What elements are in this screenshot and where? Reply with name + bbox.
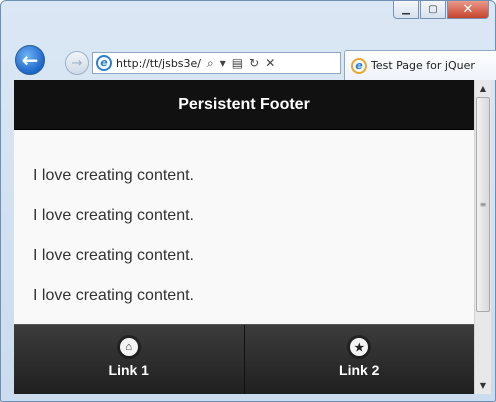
address-icons: ⌕ ▾ ▤ ↻ ✕: [207, 56, 275, 71]
address-url[interactable]: http://tt/jsbs3e/: [116, 57, 201, 70]
star-icon: ★: [350, 338, 369, 356]
content-paragraph: I love creating content.: [33, 247, 194, 264]
navigation-bar: ← → e http://tt/jsbs3e/ ⌕ ▾ ▤ ↻ ✕ e Test…: [1, 41, 496, 81]
window-controls: ▁ ▢ ✕: [393, 1, 489, 19]
ie-page-icon: e: [96, 55, 112, 71]
footer-link-2[interactable]: ★ Link 2: [243, 325, 474, 394]
content-paragraph: I love creating content.: [33, 167, 194, 184]
compat-icon[interactable]: ▤: [232, 56, 243, 71]
browser-tab[interactable]: e Test Page for jQuer: [344, 50, 496, 80]
footer-link-1[interactable]: ⌂ Link 1: [14, 325, 244, 394]
page-header: Persistent Footer: [14, 80, 474, 130]
forward-button[interactable]: →: [65, 51, 89, 75]
page-content: I love creating content. I love creating…: [14, 130, 474, 324]
home-icon: ⌂: [119, 338, 138, 356]
footer-link-label: Link 1: [108, 362, 149, 378]
refresh-icon[interactable]: ↻: [249, 56, 259, 71]
ie-tab-icon: e: [351, 57, 367, 74]
footer-link-label: Link 2: [339, 362, 380, 378]
close-button[interactable]: ✕: [447, 1, 489, 19]
stop-icon[interactable]: ✕: [265, 56, 275, 71]
maximize-button[interactable]: ▢: [420, 1, 446, 19]
minimize-button[interactable]: ▁: [393, 1, 419, 19]
scroll-down-arrow-icon[interactable]: ▼: [475, 377, 491, 394]
back-button[interactable]: ←: [15, 45, 45, 75]
content-paragraph: I love creating content.: [33, 207, 194, 224]
scrollbar-thumb[interactable]: ≡: [476, 97, 490, 312]
dropdown-icon[interactable]: ▾: [220, 56, 226, 71]
tab-title: Test Page for jQuer: [371, 59, 475, 72]
search-icon[interactable]: ⌕: [207, 56, 214, 71]
content-paragraph: I love creating content.: [33, 287, 194, 304]
page-viewport: Persistent Footer I love creating conten…: [14, 80, 474, 394]
scroll-up-arrow-icon[interactable]: ▲: [475, 80, 491, 97]
persistent-footer-navbar: ⌂ Link 1 ★ Link 2: [14, 324, 474, 394]
page-title: Persistent Footer: [178, 95, 310, 113]
vertical-scrollbar[interactable]: ▲ ≡ ▼: [474, 80, 491, 394]
address-bar[interactable]: e http://tt/jsbs3e/ ⌕ ▾ ▤ ↻ ✕: [92, 52, 341, 74]
